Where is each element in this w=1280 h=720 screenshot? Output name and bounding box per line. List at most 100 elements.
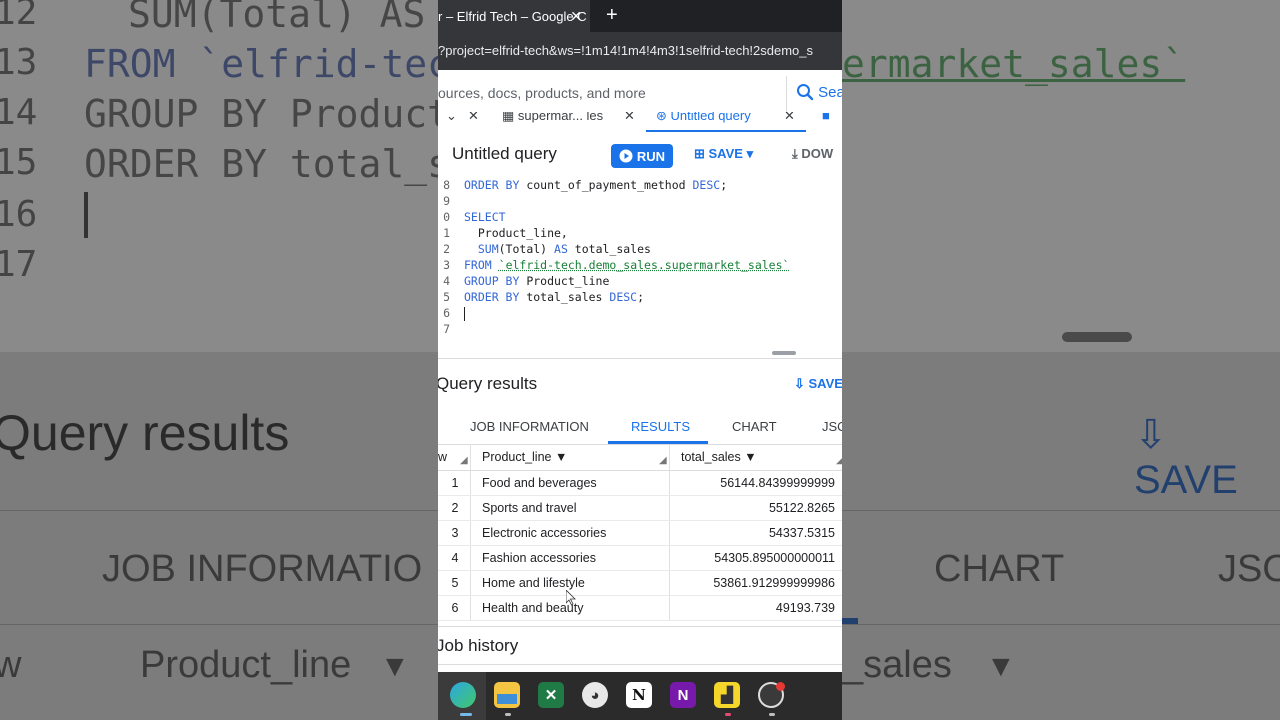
sticky-notes-icon[interactable]: ▟ [714,682,740,708]
save-label: SAVE [708,146,743,161]
code-token: count_of_payment_method [519,178,693,192]
query-icon: ⊛ [656,112,671,123]
bg-sort-icon: ▼ [380,650,410,683]
query-header: Untitled query RUN ⊞ SAVE ▾ ⤓ DOW [438,132,842,172]
chevron-icon[interactable]: ⌄ [446,112,457,124]
table-row[interactable]: 4 Fashion accessories 54305.895000000011 [438,545,842,571]
run-button[interactable]: RUN [611,144,673,168]
save-button[interactable]: ⊞ SAVE ▾ [694,146,753,162]
code-token: `elfrid-tech.demo_sales.supermarket_sale… [498,258,790,272]
bg-save-text: SAVE [1134,458,1238,502]
tab-job-information[interactable]: JOB INFORMATION [470,419,589,434]
running-indicator [505,713,511,716]
download-icon: ⤓ [792,146,802,161]
bg-line-number: 14 [0,92,38,133]
save-results-icon: ⇩ [794,376,809,391]
search-bar[interactable]: ources, docs, products, and more Sea [438,76,842,113]
code-text: ORDER BY count_of_payment_method DESC; [464,178,727,192]
row-number: 2 [451,501,459,515]
code-token: (Total) [498,242,555,256]
code-token: total_sales [519,290,610,304]
tab-label: Untitled query [670,112,751,123]
more-tabs-icon[interactable]: ■ [822,112,830,123]
bg-tab-json: JSO [1218,548,1280,590]
search-button[interactable]: Sea [796,83,842,101]
sql-editor[interactable]: 8 ORDER BY count_of_payment_method DESC; 9… [438,172,842,340]
browser-tab[interactable]: r – Elfrid Tech – Google C ✕ [438,0,590,32]
sort-icon: ▼ [551,450,568,464]
resize-column-icon[interactable]: ◢ [659,455,667,466]
address-bar[interactable]: ?project=elfrid-tech&ws=!1m14!1m4!4m3!1s… [438,32,842,70]
tab-chart[interactable]: CHART [732,419,777,434]
download-label: DOW [801,146,834,161]
onenote-icon[interactable]: N [670,682,696,708]
tab-results[interactable]: RESULTS [631,419,690,434]
close-tab-icon[interactable]: ✕ [784,112,795,124]
resize-column-icon[interactable]: ◢ [836,455,842,466]
bg-code-line: GROUP BY Product_ [84,92,473,136]
bg-save-label: ⇩ SAVE [1134,412,1280,503]
job-history-title: Job history [438,636,519,655]
divider [438,626,842,627]
bg-code-line: FROM `elfrid-tech [84,42,473,86]
file-explorer-icon[interactable] [494,682,520,708]
bg-line-number: 17 [0,244,38,285]
resize-column-icon[interactable]: ◢ [460,455,468,466]
line-number: 2 [443,242,450,256]
code-token: total_sales [567,242,651,256]
bg-cursor [84,192,88,238]
table-row[interactable]: 3 Electronic accessories 54337.5315 [438,520,842,546]
row-number: 3 [451,526,459,540]
bg-tab-chart: CHART [934,548,1065,590]
running-indicator [769,713,775,716]
code-token: ; [720,178,728,192]
total-sales-cell: 54305.895000000011 [714,551,835,565]
new-tab-icon[interactable]: + [606,4,618,27]
line-number: 3 [443,258,450,272]
bg-code-line: ORDER BY total_s [84,142,451,186]
download-button[interactable]: ⤓ DOW [792,146,833,162]
table-row[interactable]: 6 Health and beauty 49193.739 [438,595,842,621]
search-icon [797,84,814,101]
code-text: SELECT [464,210,506,224]
bg-line-number: 12 [0,0,38,33]
table-row[interactable]: 2 Sports and travel 55122.8265 [438,495,842,521]
code-token: ORDER BY [464,178,520,192]
product-line-cell: Home and lifestyle [482,576,585,590]
product-line-cell: Electronic accessories [482,526,607,540]
code-token: FROM [464,258,492,272]
excel-icon[interactable]: ✕ [538,682,564,708]
column-header-product-line[interactable]: Product_line ▼ [482,450,567,464]
line-number: 1 [443,226,450,240]
search-placeholder: ources, docs, products, and more [438,85,646,101]
save-results-button[interactable]: ⇩ SAVE [794,376,842,392]
code-text: Product_line, [464,226,568,240]
code-text: ORDER BY total_sales DESC; [464,290,644,304]
tab-supermarket-sales[interactable]: ▦ supermar... les [502,112,603,124]
query-results-title: Query results [438,374,538,393]
table-row[interactable]: 1 Food and beverages 56144.84399999999 [438,470,842,496]
table-row[interactable]: 5 Home and lifestyle 53861.912999999986 [438,570,842,596]
close-tab-icon[interactable]: ✕ [624,112,635,124]
notion-icon[interactable]: N [626,682,652,708]
code-text: SUM(Total) AS total_sales [464,242,651,256]
column-header-label: total_sales [681,450,741,464]
paint-icon[interactable]: ◕ [582,682,608,708]
bg-line-number: 13 [0,42,38,83]
tab-untitled-query[interactable]: ⊛ Untitled query [656,112,751,124]
bg-code-line-text: FROM `elfrid-tech [84,42,473,86]
code-token: AS [554,242,568,256]
browser-titlebar: r – Elfrid Tech – Google C ✕ + [438,0,842,32]
resize-handle[interactable] [772,351,796,355]
query-title: Untitled query [452,144,557,163]
close-tab-icon[interactable]: ✕ [468,112,479,124]
browser-tab-title: r – Elfrid Tech – Google C [438,8,587,24]
column-header-total-sales[interactable]: total_sales ▼ [681,450,757,464]
text-cursor [464,307,465,321]
close-icon[interactable]: ✕ [570,8,582,25]
bg-col-total-sales: _sales [842,644,952,686]
mouse-pointer-icon [566,590,576,606]
tab-json[interactable]: JSO [822,419,842,434]
line-number: 4 [443,274,450,288]
